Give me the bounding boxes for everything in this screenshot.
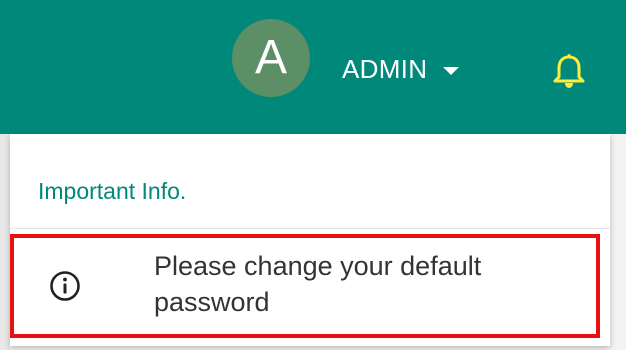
top-bar: A ADMIN <box>0 0 626 134</box>
important-info-heading: Important Info. <box>38 178 187 204</box>
caret-down-icon <box>443 67 460 75</box>
notifications-dropdown: Important Info. Please change your defau… <box>10 134 610 346</box>
divider <box>10 228 610 229</box>
notification-text: Please change your default password <box>154 251 482 317</box>
user-menu-toggle[interactable]: ADMIN <box>342 49 460 89</box>
notification-item[interactable]: Please change your default password <box>10 234 600 338</box>
bell-icon[interactable] <box>549 52 589 92</box>
user-name: ADMIN <box>342 53 428 84</box>
info-icon <box>48 269 82 303</box>
background-panel <box>0 134 10 350</box>
avatar[interactable]: A <box>232 19 310 97</box>
page: A ADMIN Important Info. Please change yo… <box>0 0 626 350</box>
